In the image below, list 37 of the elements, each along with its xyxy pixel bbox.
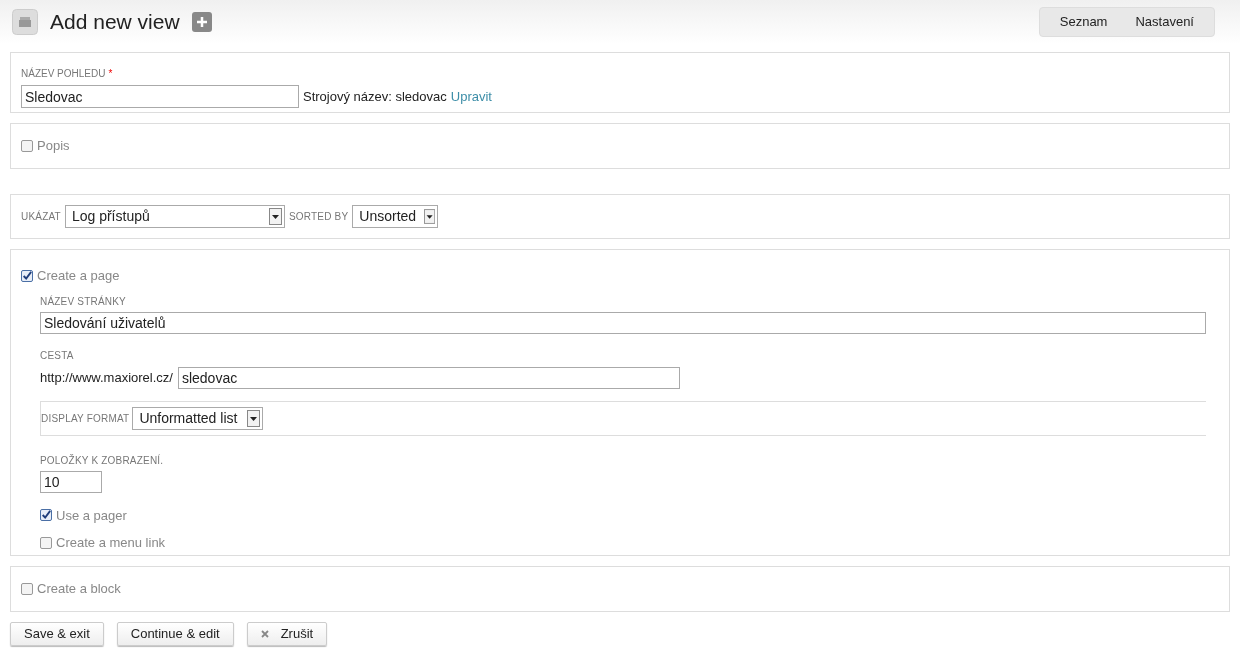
required-mark: * [108, 67, 113, 81]
sort-select[interactable]: Unsorted [352, 205, 439, 228]
submit-button[interactable]: Save & exit [10, 622, 104, 646]
field-label: DISPLAY FORMAT [41, 411, 130, 426]
field-label: POLOŽKY K ZOBRAZENÍ. [40, 453, 165, 468]
page-title-input[interactable]: Sledování uživatelů [40, 311, 1206, 334]
show-select[interactable]: Log přístupů [64, 205, 285, 228]
field-label: UKÁZAT [21, 209, 61, 224]
path-prefix: http://www.maxiorel.cz/ [40, 368, 173, 387]
tab[interactable]: Nastavení [1121, 8, 1208, 36]
name-input[interactable]: Sledovac [21, 85, 299, 108]
checkbox[interactable] [21, 269, 33, 282]
checkbox[interactable] [40, 536, 52, 549]
checkbox-label: Use a pager [56, 506, 127, 525]
checkbox-label: Popis [37, 137, 70, 156]
close-icon [260, 630, 269, 638]
field-label: CESTA [40, 348, 75, 363]
views-icon [12, 9, 38, 35]
checkbox[interactable] [21, 140, 33, 152]
add-icon[interactable] [191, 12, 212, 32]
checkbox[interactable] [21, 583, 33, 595]
checkbox-label: Create a page [37, 267, 120, 285]
checkbox[interactable] [40, 509, 52, 522]
field-label: SORTED BY [288, 210, 349, 224]
edit-link[interactable]: Upravit [450, 86, 492, 107]
field-label: NÁZEV STRÁNKY [40, 294, 127, 309]
tab[interactable]: Seznam [1045, 8, 1122, 36]
checkbox-label: Create a menu link [56, 534, 166, 552]
format-select[interactable]: Unformatted list [132, 406, 264, 430]
machine-name: Strojový název: sledovac [303, 87, 447, 106]
path-input[interactable]: sledovac [177, 366, 680, 389]
field-label: NÁZEV POHLEDU [21, 66, 106, 81]
items-input[interactable]: 10 [40, 470, 102, 493]
submit-button[interactable]: Continue & edit [116, 622, 234, 646]
checkbox-label: Create a block [37, 580, 121, 599]
cancel-button[interactable]: Zrušit [246, 622, 328, 646]
page-title: Add new view [50, 9, 180, 36]
